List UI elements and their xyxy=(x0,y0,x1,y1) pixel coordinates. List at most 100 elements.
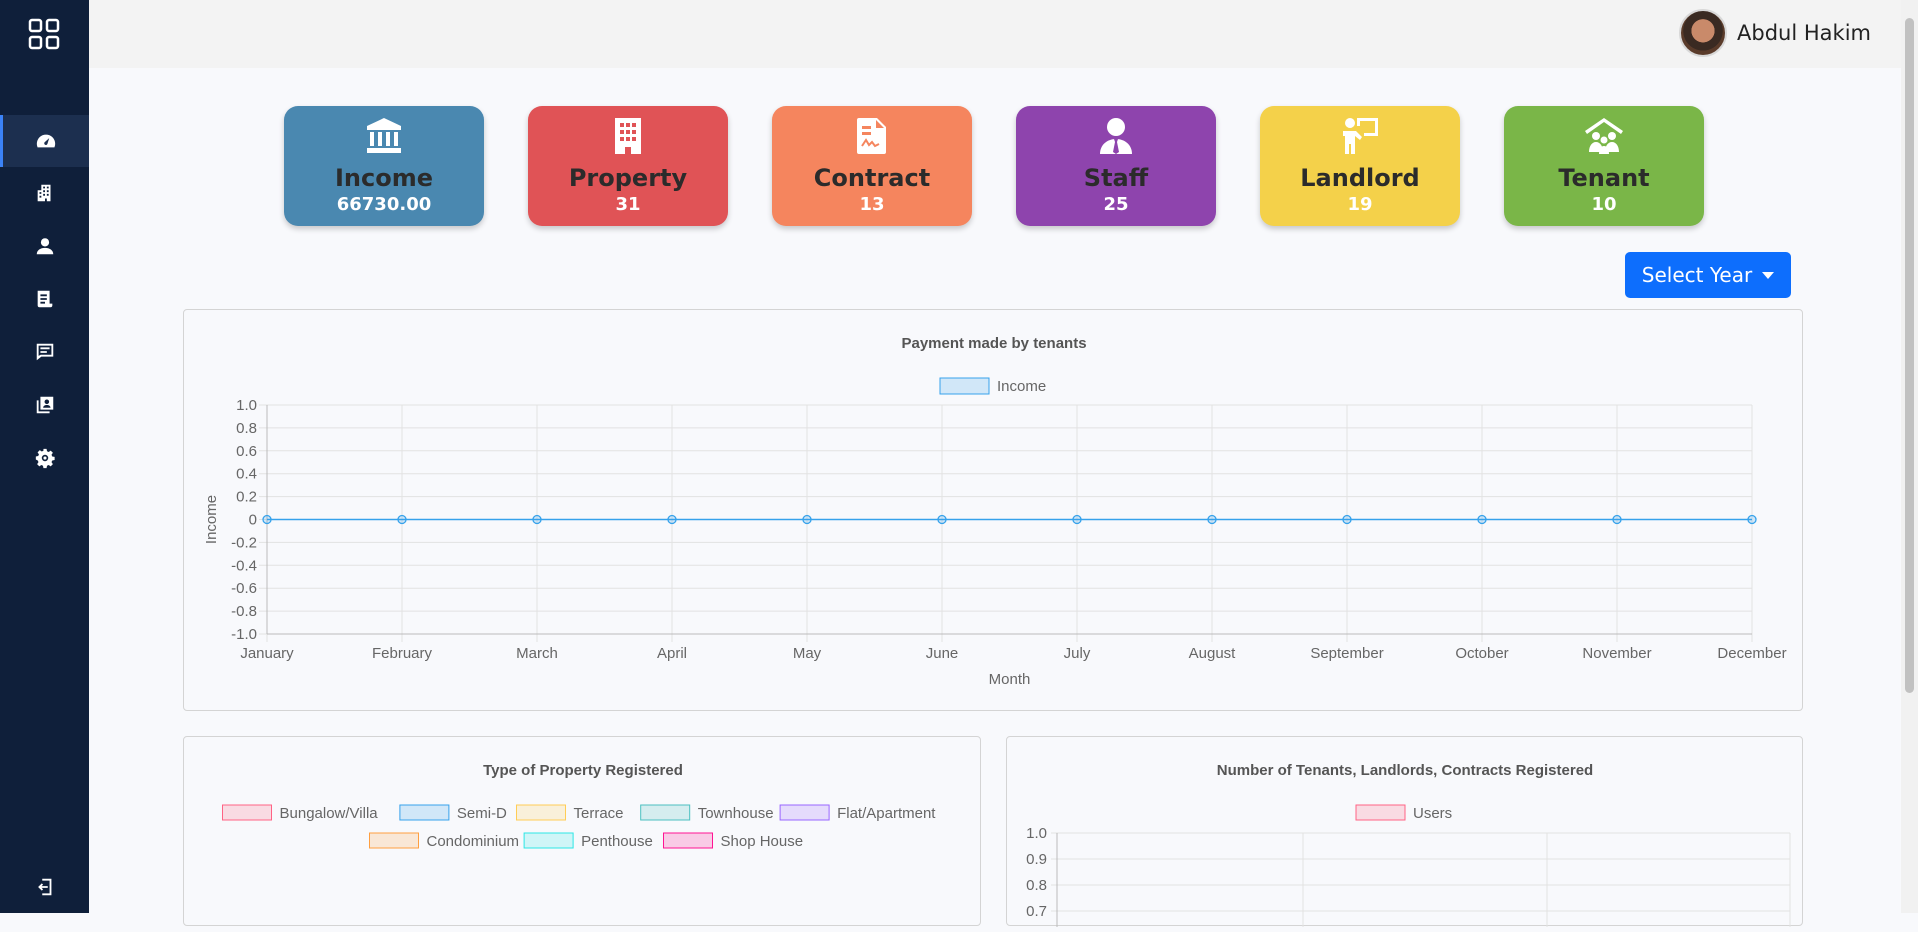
sidebar-item-contacts[interactable] xyxy=(0,379,89,431)
legend-swatch[interactable] xyxy=(523,832,574,849)
chart-title: Number of Tenants, Landlords, Contracts … xyxy=(1217,762,1593,779)
select-year-label: Select Year xyxy=(1641,263,1753,287)
sidebar-item-documents[interactable] xyxy=(0,273,89,325)
card-income[interactable]: Income 66730.00 xyxy=(284,106,484,226)
message-icon xyxy=(36,343,53,361)
select-year-button[interactable]: Select Year xyxy=(1625,252,1791,298)
landlord-icon xyxy=(1343,118,1378,154)
building-icon xyxy=(615,118,641,154)
sidebar-item-logout[interactable] xyxy=(0,861,89,913)
user-menu[interactable]: Abdul Hakim xyxy=(1679,9,1871,57)
legend-label[interactable]: Shop House xyxy=(721,833,804,850)
data-point[interactable] xyxy=(1612,514,1622,525)
x-tick-label: January xyxy=(240,645,294,662)
staff-icon xyxy=(1100,118,1132,154)
data-point[interactable] xyxy=(532,514,542,525)
data-point[interactable] xyxy=(802,514,812,525)
legend-label[interactable]: Semi-D xyxy=(457,805,507,822)
legend-swatch[interactable] xyxy=(939,377,990,395)
data-point[interactable] xyxy=(1747,514,1757,525)
sidebar-item-dashboard[interactable] xyxy=(0,115,89,167)
legend-label[interactable]: Townhouse xyxy=(698,805,774,822)
legend-label[interactable]: Income xyxy=(997,378,1046,395)
card-title: Income xyxy=(334,164,433,192)
app-grid-icon[interactable] xyxy=(28,18,60,50)
data-point[interactable] xyxy=(262,514,272,525)
property-type-panel: Type of Property Registered Bungalow/Vill… xyxy=(183,736,981,926)
card-title: Property xyxy=(568,164,688,192)
scrollbar[interactable] xyxy=(1901,0,1918,913)
gear-icon xyxy=(35,448,55,469)
legend-label[interactable]: Bungalow/Villa xyxy=(280,805,379,822)
legend-label[interactable]: Penthouse xyxy=(581,833,653,850)
legend-swatch[interactable] xyxy=(222,804,272,821)
data-point[interactable] xyxy=(1342,514,1352,525)
y-tick-label: 1.0 xyxy=(1026,825,1047,842)
x-tick-label: November xyxy=(1582,645,1651,662)
x-tick-label: June xyxy=(926,645,959,662)
card-title: Contract xyxy=(813,164,931,192)
tenant-icon xyxy=(1585,118,1623,154)
x-tick-label: September xyxy=(1310,645,1383,662)
document-icon xyxy=(37,290,52,308)
x-tick-label: March xyxy=(516,645,558,662)
card-value: 66730.00 xyxy=(336,194,432,215)
x-tick-label: August xyxy=(1189,645,1237,662)
property-type-chart: Type of Property Registered Bungalow/Vill… xyxy=(222,762,936,850)
sidebar-item-settings[interactable] xyxy=(0,432,89,484)
x-axis-label: Month xyxy=(989,671,1031,688)
legend-label[interactable]: Users xyxy=(1413,805,1452,822)
legend-swatch[interactable] xyxy=(399,804,450,821)
legend-swatch[interactable] xyxy=(779,804,830,821)
card-landlord[interactable]: Landlord 19 xyxy=(1260,106,1460,226)
y-tick-label: 0.6 xyxy=(236,443,257,460)
card-staff[interactable]: Staff 25 xyxy=(1016,106,1216,226)
x-tick-label: December xyxy=(1717,645,1786,662)
sidebar-item-property[interactable] xyxy=(0,167,89,219)
legend-swatch[interactable] xyxy=(516,804,566,821)
scrollbar-thumb[interactable] xyxy=(1905,18,1914,693)
y-tick-label: 0.7 xyxy=(1026,903,1047,920)
avatar[interactable] xyxy=(1679,9,1728,57)
contract-icon xyxy=(857,118,886,154)
y-tick-label: -0.2 xyxy=(231,534,257,551)
sidebar-item-messages[interactable] xyxy=(0,326,89,378)
user-name: Abdul Hakim xyxy=(1737,21,1871,45)
data-point[interactable] xyxy=(1072,514,1082,525)
legend-swatch[interactable] xyxy=(663,832,713,849)
registrations-bar-chart: Number of Tenants, Landlords, Contracts … xyxy=(1026,762,1791,927)
data-point[interactable] xyxy=(1207,514,1217,525)
y-tick-label: 1.0 xyxy=(236,397,257,414)
chart-title: Payment made by tenants xyxy=(901,335,1086,352)
logout-icon xyxy=(37,878,51,896)
registrations-panel: Number of Tenants, Landlords, Contracts … xyxy=(1006,736,1803,927)
legend-label[interactable]: Terrace xyxy=(574,805,624,822)
legend-swatch[interactable] xyxy=(369,832,419,849)
user-icon xyxy=(36,238,53,255)
y-tick-label: 0.8 xyxy=(236,420,257,437)
x-tick-label: April xyxy=(657,645,687,662)
chevron-down-icon xyxy=(1762,271,1775,279)
payment-line-chart: Payment made by tenants Income 1.0 0.8 0.6 0.… xyxy=(203,335,1787,688)
card-property[interactable]: Property 31 xyxy=(528,106,728,226)
card-contract[interactable]: Contract 13 xyxy=(772,106,972,226)
y-tick-label: 0 xyxy=(249,512,257,529)
legend-label[interactable]: Condominium xyxy=(427,833,520,850)
x-tick-label: July xyxy=(1064,645,1091,662)
contacts-icon xyxy=(36,396,53,414)
data-point[interactable] xyxy=(1477,514,1487,525)
payment-chart-panel: Payment made by tenants Income 1.0 0.8 0.6 0.… xyxy=(183,309,1803,711)
x-tick-label: October xyxy=(1455,645,1508,662)
card-tenant[interactable]: Tenant 10 xyxy=(1504,106,1704,226)
card-value: 13 xyxy=(859,194,885,215)
data-point[interactable] xyxy=(667,514,677,525)
legend-swatch[interactable] xyxy=(640,804,691,821)
y-tick-label: 0.8 xyxy=(1026,877,1047,894)
legend-swatch[interactable] xyxy=(1355,804,1406,821)
dashboard-icon xyxy=(36,134,56,148)
data-point[interactable] xyxy=(937,514,947,525)
legend-label[interactable]: Flat/Apartment xyxy=(837,805,936,822)
sidebar-item-users[interactable] xyxy=(0,220,89,272)
y-tick-label: 0.2 xyxy=(236,489,257,506)
data-point[interactable] xyxy=(397,514,407,525)
